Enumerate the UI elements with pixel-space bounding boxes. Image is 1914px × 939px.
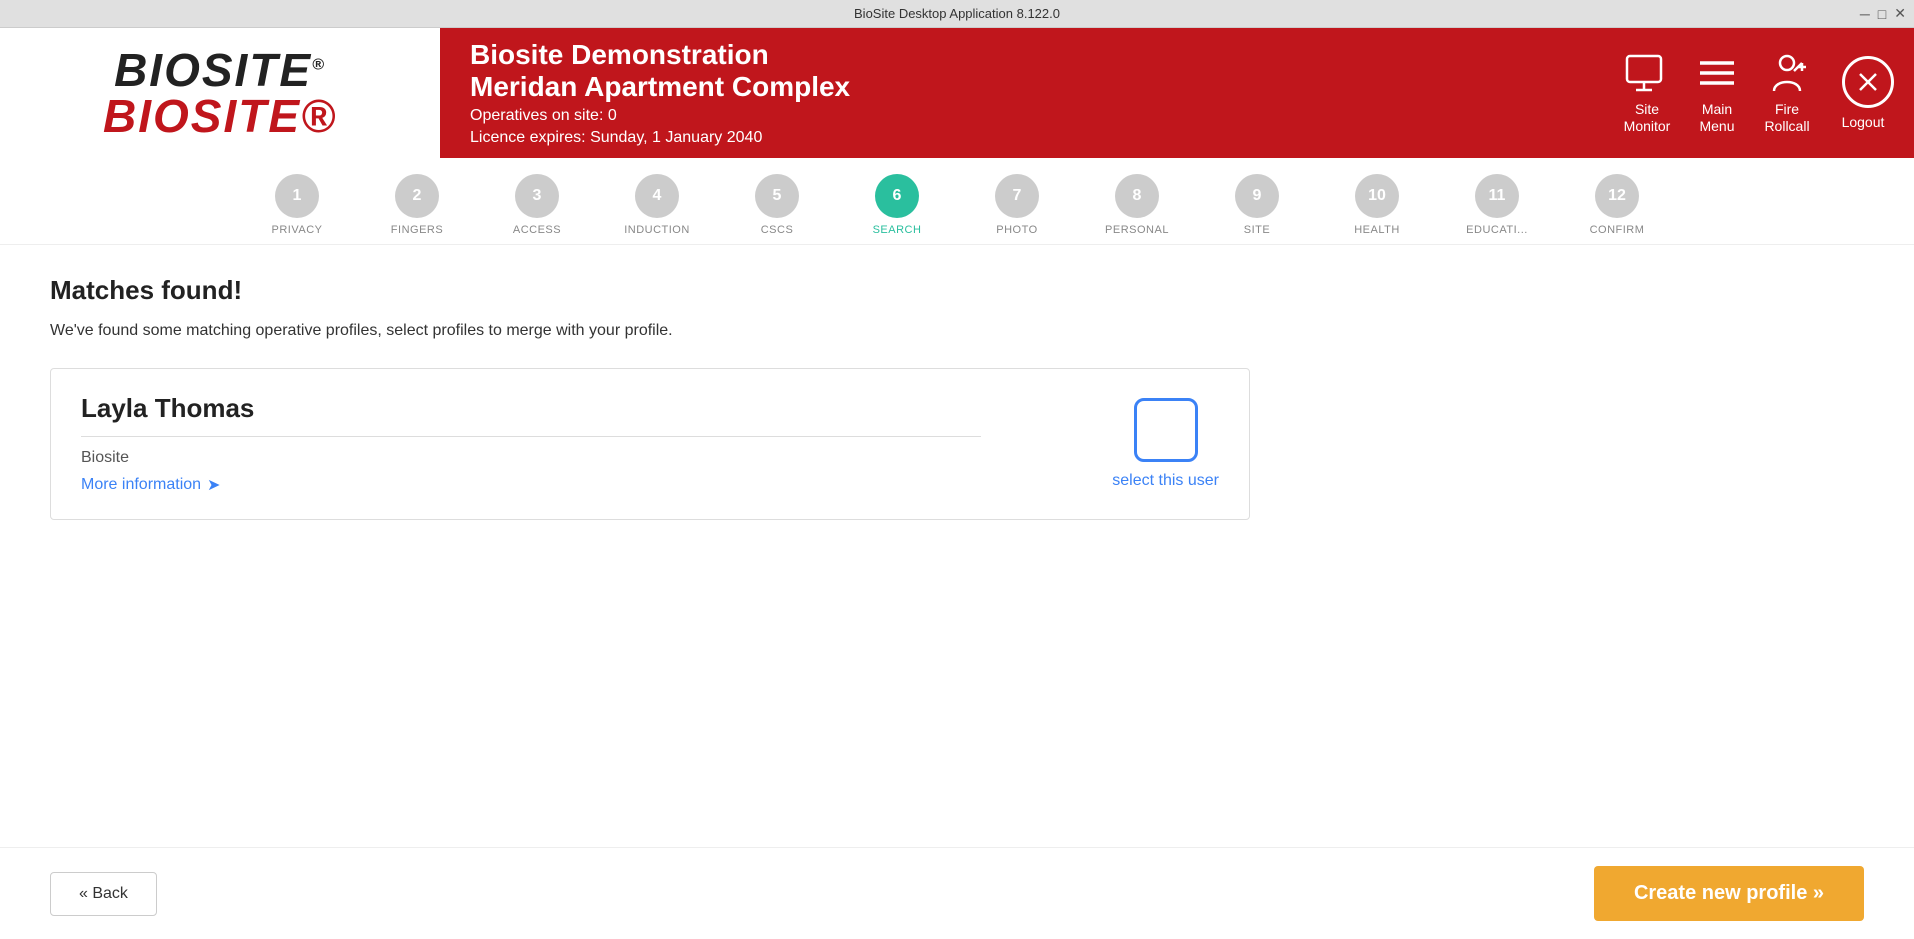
reg-mark2: ® — [301, 90, 337, 142]
step-circle-educati...: 11 — [1475, 174, 1519, 218]
step-circle-induction: 4 — [635, 174, 679, 218]
main-content: 1 PRIVACY 2 FINGERS 3 ACCESS 4 INDUCTION 5 CSCS 6 S… — [0, 158, 1914, 939]
logo-area: BIOSITE® BIOSITE® — [0, 28, 440, 158]
step-personal[interactable]: 8 PERSONAL — [1077, 174, 1197, 236]
footer: « Back Create new profile » — [0, 847, 1914, 939]
step-circle-confirm: 12 — [1595, 174, 1639, 218]
step-circle-search: 6 — [875, 174, 919, 218]
logo-line2: BIOSITE® — [103, 93, 337, 139]
header-actions: SiteMonitor MainMenu — [1622, 51, 1914, 135]
logo-line1: BIOSITE® — [114, 47, 326, 93]
step-educati...[interactable]: 11 EDUCATI... — [1437, 174, 1557, 236]
step-photo[interactable]: 7 PHOTO — [957, 174, 1077, 236]
create-profile-button[interactable]: Create new profile » — [1594, 866, 1864, 921]
step-confirm[interactable]: 12 CONFIRM — [1557, 174, 1677, 236]
main-menu-label: MainMenu — [1699, 101, 1734, 135]
profile-name: Layla Thomas — [81, 393, 981, 437]
title-bar-text: BioSite Desktop Application 8.122.0 — [854, 6, 1060, 21]
step-label-health: HEALTH — [1354, 224, 1400, 236]
step-circle-cscs: 5 — [755, 174, 799, 218]
minimize-button[interactable]: ─ — [1860, 6, 1870, 22]
maximize-button[interactable]: □ — [1878, 6, 1886, 22]
licence-expiry: Licence expires: Sunday, 1 January 2040 — [470, 129, 1592, 147]
step-label-privacy: PRIVACY — [272, 224, 323, 236]
site-monitor-button[interactable]: SiteMonitor — [1622, 51, 1672, 135]
close-button[interactable]: ✕ — [1894, 5, 1906, 22]
step-induction[interactable]: 4 INDUCTION — [597, 174, 717, 236]
select-user-checkbox[interactable] — [1134, 398, 1198, 462]
step-circle-health: 10 — [1355, 174, 1399, 218]
step-label-cscs: CSCS — [761, 224, 794, 236]
step-label-photo: PHOTO — [996, 224, 1037, 236]
step-label-access: ACCESS — [513, 224, 561, 236]
window-controls: ─ □ ✕ — [1860, 5, 1906, 22]
step-privacy[interactable]: 1 PRIVACY — [237, 174, 357, 236]
step-circle-access: 3 — [515, 174, 559, 218]
page-description: We've found some matching operative prof… — [50, 322, 1864, 340]
step-circle-photo: 7 — [995, 174, 1039, 218]
main-menu-icon — [1692, 51, 1742, 95]
step-circle-personal: 8 — [1115, 174, 1159, 218]
logout-button[interactable]: Logout — [1832, 56, 1894, 131]
step-access[interactable]: 3 ACCESS — [477, 174, 597, 236]
step-health[interactable]: 10 HEALTH — [1317, 174, 1437, 236]
step-label-personal: PERSONAL — [1105, 224, 1169, 236]
step-circle-site: 9 — [1235, 174, 1279, 218]
fire-rollcall-label: FireRollcall — [1764, 101, 1809, 135]
step-label-search: SEARCH — [873, 224, 922, 236]
step-label-induction: INDUCTION — [624, 224, 690, 236]
header-info: Biosite Demonstration Meridan Apartment … — [440, 39, 1622, 147]
site-monitor-icon — [1622, 51, 1672, 95]
more-info-link[interactable]: More information ➤ — [81, 475, 981, 495]
operatives-count: Operatives on site: 0 — [470, 107, 1592, 125]
profile-card-left: Layla Thomas Biosite More information ➤ — [81, 393, 981, 495]
back-button[interactable]: « Back — [50, 872, 157, 916]
fire-rollcall-button[interactable]: FireRollcall — [1762, 51, 1812, 135]
step-site[interactable]: 9 SITE — [1197, 174, 1317, 236]
step-circle-fingers: 2 — [395, 174, 439, 218]
page-body: Matches found! We've found some matching… — [0, 245, 1914, 847]
chevron-right-icon: ➤ — [207, 475, 220, 495]
page-title: Matches found! — [50, 275, 1864, 306]
fire-rollcall-icon — [1762, 51, 1812, 95]
profile-card-right: select this user — [1112, 398, 1219, 490]
company-name: Biosite Demonstration — [470, 39, 1592, 71]
step-circle-privacy: 1 — [275, 174, 319, 218]
header: BIOSITE® BIOSITE® Biosite Demonstration … — [0, 28, 1914, 158]
logout-circle — [1842, 56, 1894, 108]
step-search[interactable]: 6 SEARCH — [837, 174, 957, 236]
steps-bar: 1 PRIVACY 2 FINGERS 3 ACCESS 4 INDUCTION 5 CSCS 6 S… — [0, 158, 1914, 245]
site-name: Meridan Apartment Complex — [470, 71, 1592, 103]
step-label-site: SITE — [1244, 224, 1270, 236]
step-label-fingers: FINGERS — [391, 224, 443, 236]
logout-label: Logout — [1842, 114, 1885, 131]
profile-card: Layla Thomas Biosite More information ➤ … — [50, 368, 1250, 520]
step-fingers[interactable]: 2 FINGERS — [357, 174, 477, 236]
step-label-educati...: EDUCATI... — [1466, 224, 1528, 236]
profile-organisation: Biosite — [81, 449, 981, 467]
select-user-label[interactable]: select this user — [1112, 472, 1219, 490]
title-bar: BioSite Desktop Application 8.122.0 ─ □ … — [0, 0, 1914, 28]
reg-mark: ® — [312, 57, 326, 74]
step-label-confirm: CONFIRM — [1590, 224, 1645, 236]
site-monitor-label: SiteMonitor — [1624, 101, 1671, 135]
step-cscs[interactable]: 5 CSCS — [717, 174, 837, 236]
more-info-label: More information — [81, 476, 201, 494]
main-menu-button[interactable]: MainMenu — [1692, 51, 1742, 135]
